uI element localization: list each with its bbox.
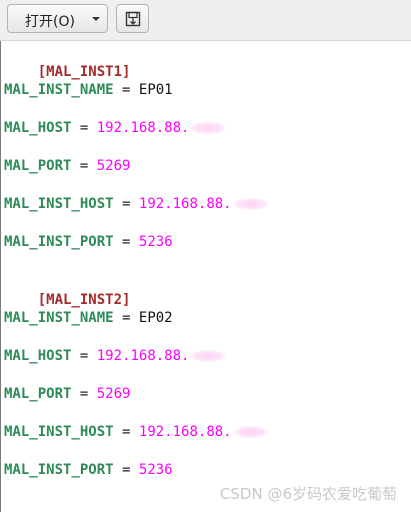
open-button-label: 打开(O) bbox=[25, 14, 75, 30]
toolbar: 打开(O) bbox=[0, 0, 411, 41]
open-button[interactable]: 打开(O) bbox=[7, 4, 108, 33]
config-value: 192.168.88. bbox=[96, 120, 190, 136]
config-value: 5269 bbox=[96, 158, 131, 174]
config-key: MAL_INST_PORT bbox=[4, 234, 114, 250]
config-key: MAL_INST_HOST bbox=[4, 424, 114, 440]
equals-sign: = bbox=[79, 348, 89, 364]
redacted-blur bbox=[190, 350, 227, 362]
config-line: MAL_INST_PORT = 5236 bbox=[4, 232, 173, 252]
config-value: EP01 bbox=[138, 82, 173, 98]
equals-sign: = bbox=[122, 82, 131, 98]
watermark: CSDN @6岁码农爱吃葡萄 bbox=[219, 485, 397, 503]
config-line: MAL_INST_PORT = 5236 bbox=[4, 460, 173, 480]
config-value: 5236 bbox=[138, 234, 173, 250]
save-button[interactable] bbox=[116, 4, 149, 33]
config-key: MAL_HOST bbox=[4, 348, 72, 364]
equals-sign: = bbox=[122, 462, 131, 478]
config-value: 192.168.88. bbox=[138, 424, 232, 440]
config-line: MAL_PORT = 5269 bbox=[4, 384, 130, 404]
equals-sign: = bbox=[79, 158, 89, 174]
config-key: MAL_INST_NAME bbox=[4, 82, 114, 98]
config-line: MAL_INST_NAME = EP01 bbox=[4, 80, 173, 100]
equals-sign: = bbox=[122, 310, 131, 326]
config-value: 192.168.88. bbox=[96, 348, 190, 364]
redacted-blur bbox=[232, 198, 269, 210]
chevron-down-icon bbox=[92, 17, 100, 21]
config-value: EP02 bbox=[138, 310, 173, 326]
config-key: MAL_PORT bbox=[4, 386, 72, 402]
config-key: MAL_PORT bbox=[4, 158, 72, 174]
config-key: MAL_INST_PORT bbox=[4, 462, 114, 478]
section-header: [MAL_INST2] bbox=[37, 292, 131, 308]
save-icon bbox=[125, 11, 141, 27]
config-key: MAL_INST_NAME bbox=[4, 310, 114, 326]
config-key: MAL_INST_HOST bbox=[4, 196, 114, 212]
config-line: MAL_HOST = 192.168.88. bbox=[4, 346, 227, 366]
config-line: MAL_INST_HOST = 192.168.88. bbox=[4, 194, 269, 214]
section-header: [MAL_INST1] bbox=[37, 64, 131, 80]
equals-sign: = bbox=[79, 386, 89, 402]
config-line: MAL_INST_HOST = 192.168.88. bbox=[4, 422, 269, 442]
config-line: MAL_INST_NAME = EP02 bbox=[4, 308, 173, 328]
equals-sign: = bbox=[122, 196, 131, 212]
equals-sign: = bbox=[122, 234, 131, 250]
config-value: 5236 bbox=[138, 462, 173, 478]
config-line: [MAL_INST1] bbox=[4, 42, 131, 80]
equals-sign: = bbox=[79, 120, 89, 136]
config-line: MAL_PORT = 5269 bbox=[4, 156, 130, 176]
equals-sign: = bbox=[122, 424, 131, 440]
redacted-blur bbox=[190, 122, 227, 134]
config-value: 5269 bbox=[96, 386, 131, 402]
config-key: MAL_HOST bbox=[4, 120, 72, 136]
redacted-blur bbox=[232, 426, 269, 438]
config-value: 192.168.88. bbox=[138, 196, 232, 212]
text-editor[interactable]: [MAL_INST1] MAL_INST_NAME = EP01 MAL_HOS… bbox=[0, 41, 411, 512]
config-line: [MAL_INST2] bbox=[4, 270, 131, 308]
config-line: MAL_HOST = 192.168.88. bbox=[4, 118, 227, 138]
